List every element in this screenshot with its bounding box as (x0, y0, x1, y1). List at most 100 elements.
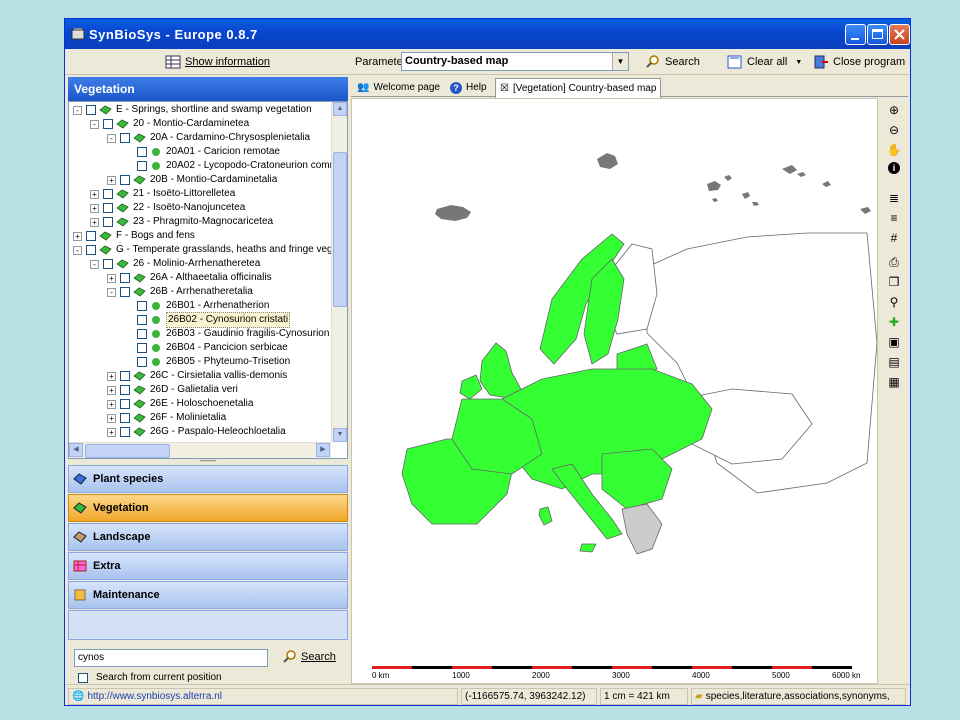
nav-landscape[interactable]: Landscape (68, 523, 348, 551)
tree-search-button[interactable]: Search (282, 650, 336, 664)
tree-vertical-scrollbar[interactable]: ▲ ▼ (331, 102, 347, 442)
close-tab-icon[interactable]: ☒ (500, 83, 509, 94)
table-icon[interactable]: ▦ (886, 374, 902, 390)
tree-row[interactable]: +26D - Galietalia veri (107, 383, 238, 397)
close-window-button[interactable] (889, 24, 910, 45)
print-icon[interactable]: ⎙ (886, 254, 902, 270)
nav-vegetation[interactable]: Vegetation (68, 494, 348, 522)
tree-row[interactable]: - 26B - Arrhenatheretalia (107, 285, 253, 299)
vegetation-tree[interactable]: - E - Springs, shortline and swamp vegeta… (68, 101, 348, 459)
tree-row[interactable]: 26B05 - Phyteumo-Trisetion (124, 355, 290, 369)
title-bar[interactable]: SynBioSys - Europe 0.8.7 (65, 19, 910, 49)
collapse-icon[interactable]: - (73, 245, 82, 255)
map-canvas[interactable]: 0 km 1000 2000 3000 4000 5000 6000 km (351, 98, 878, 684)
tree-checkbox[interactable] (120, 413, 130, 423)
tree-row[interactable]: +22 - Isoëto-Nanojuncetea (90, 201, 245, 215)
expand-icon[interactable]: + (107, 371, 116, 381)
tree-row[interactable]: +26E - Holoschoenetalia (107, 397, 253, 411)
copy-icon[interactable]: ❐ (886, 274, 902, 290)
tree-checkbox[interactable] (137, 147, 147, 157)
show-information-button[interactable]: Show information (165, 52, 270, 72)
tree-checkbox[interactable] (120, 427, 130, 437)
clear-all-dropdown-icon[interactable]: ▼ (795, 59, 802, 66)
scroll-thumb[interactable] (333, 152, 347, 307)
tab-help[interactable]: ? Help (446, 78, 491, 97)
layers-add-icon[interactable]: ≡ (886, 210, 902, 226)
tree-row[interactable]: + F - Bogs and fens (73, 229, 195, 243)
tree-checkbox[interactable] (86, 231, 96, 241)
tree-row[interactable]: - 20A - Cardamino-Chrysosplenietalia (107, 131, 310, 145)
tree-checkbox[interactable] (103, 189, 113, 199)
save-icon[interactable]: ▣ (886, 334, 902, 350)
tree-checkbox[interactable] (103, 259, 113, 269)
expand-icon[interactable]: + (107, 427, 116, 437)
expand-icon[interactable]: + (90, 203, 99, 213)
expand-icon[interactable]: + (73, 231, 82, 241)
clear-all-button[interactable]: Clear all ▼ (727, 52, 802, 72)
scroll-left-icon[interactable]: ◀ (69, 443, 83, 457)
nav-maintenance[interactable]: Maintenance (68, 581, 348, 609)
chevron-down-icon[interactable]: ▼ (612, 53, 628, 70)
hscroll-thumb[interactable] (85, 444, 170, 458)
tree-row[interactable]: - 20 - Montio-Cardaminetea (90, 117, 249, 131)
tree-checkbox[interactable] (120, 399, 130, 409)
scroll-down-icon[interactable]: ▼ (333, 428, 347, 442)
tree-checkbox[interactable] (103, 203, 113, 213)
scroll-right-icon[interactable]: ▶ (316, 443, 330, 457)
tree-row[interactable]: +21 - Isoëto-Littorelletea (90, 187, 235, 201)
tree-checkbox[interactable] (86, 105, 96, 115)
legend-icon[interactable]: ▤ (886, 354, 902, 370)
tree-checkbox[interactable] (137, 161, 147, 171)
tree-row[interactable]: +26F - Molinietalia (107, 411, 226, 425)
maximize-button[interactable] (867, 24, 888, 45)
info-icon[interactable]: i (888, 162, 900, 174)
tree-row[interactable]: 26B03 - Gaudinio fragilis-Cynosurion c (124, 327, 331, 341)
minimize-button[interactable] (845, 24, 866, 45)
expand-icon[interactable]: + (107, 175, 116, 185)
search-toolbar-button[interactable]: Search (645, 52, 700, 72)
tree-checkbox[interactable] (137, 329, 147, 339)
tree-horizontal-scrollbar[interactable]: ◀ ▶ (69, 442, 331, 458)
tree-checkbox[interactable] (120, 273, 130, 283)
tree-row[interactable]: 26B01 - Arrhenatherion (124, 299, 269, 313)
tree-row[interactable]: +26G - Paspalo-Heleochloetalia (107, 425, 286, 439)
tree-checkbox[interactable] (103, 119, 113, 129)
tree-checkbox[interactable] (137, 357, 147, 367)
tree-row[interactable]: +26C - Cirsietalia vallis-demonis (107, 369, 287, 383)
pan-hand-icon[interactable]: ✋ (886, 142, 902, 158)
tab-welcome[interactable]: 👥 Welcome page (353, 78, 444, 97)
collapse-icon[interactable]: - (107, 287, 116, 297)
tree-checkbox[interactable] (137, 301, 147, 311)
tree-row[interactable]: +26A - Althaeetalia officinalis (107, 271, 272, 285)
zoom-out-icon[interactable]: ⊖ (886, 122, 902, 138)
parameter-select[interactable]: Country-based map ▼ (401, 52, 629, 71)
tree-row[interactable]: +23 - Phragmito-Magnocaricetea (90, 215, 273, 229)
tree-checkbox[interactable] (137, 343, 147, 353)
tree-checkbox[interactable] (137, 315, 147, 325)
expand-icon[interactable]: + (90, 217, 99, 227)
add-icon[interactable]: ✚ (886, 314, 902, 330)
tree-checkbox[interactable] (120, 385, 130, 395)
tree-row[interactable]: 20A01 - Caricion remotae (124, 145, 280, 159)
layers-icon[interactable]: ≣ (886, 190, 902, 206)
tree-row[interactable]: - 26 - Molinio-Arrhenatheretea (90, 257, 260, 271)
nav-plant-species[interactable]: Plant species (68, 465, 348, 493)
expand-icon[interactable]: + (107, 273, 116, 283)
expand-icon[interactable]: + (107, 385, 116, 395)
tree-checkbox[interactable] (120, 371, 130, 381)
collapse-icon[interactable]: - (90, 259, 99, 269)
tree-checkbox[interactable] (120, 175, 130, 185)
collapse-icon[interactable]: - (107, 133, 116, 143)
search-from-current-checkbox[interactable] (78, 672, 88, 683)
tree-row[interactable]: 20A02 - Lycopodo-Cratoneurion comm (124, 159, 331, 173)
expand-icon[interactable]: + (107, 413, 116, 423)
find-icon[interactable]: ⚲ (886, 294, 902, 310)
nav-extra[interactable]: Extra (68, 552, 348, 580)
expand-icon[interactable]: + (90, 189, 99, 199)
collapse-icon[interactable]: - (73, 105, 82, 115)
zoom-in-icon[interactable]: ⊕ (886, 102, 902, 118)
grid-icon[interactable]: # (886, 230, 902, 246)
tree-row[interactable]: - E - Springs, shortline and swamp vegeta… (73, 103, 312, 117)
tab-country-map[interactable]: ☒ [Vegetation] Country-based map (495, 78, 662, 98)
tree-checkbox[interactable] (120, 133, 130, 143)
